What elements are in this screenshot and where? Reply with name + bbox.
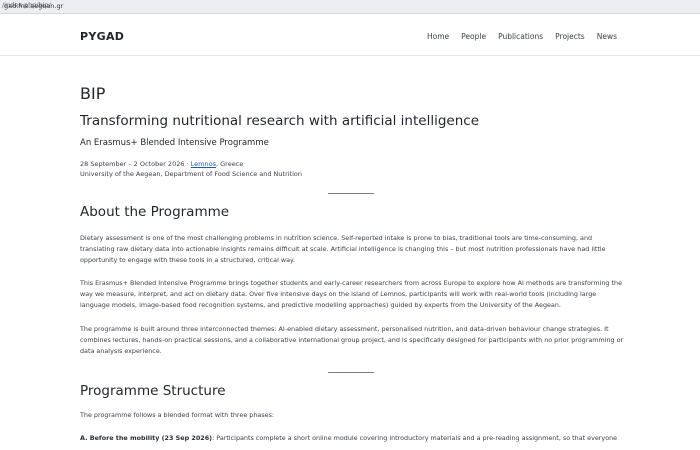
event-country: , Greece: [216, 160, 244, 168]
about-heading: About the Programme: [80, 204, 230, 220]
programme-tagline: An Erasmus+ Blended Intensive Programme: [80, 138, 269, 148]
site-logo[interactable]: PYGAD: [80, 30, 124, 43]
event-date-location: 28 September – 2 October 2026 · Lemnos, …: [80, 159, 302, 169]
location-link[interactable]: Lemnos: [191, 160, 216, 168]
phase-a-text: A. Before the mobility (23 Sep 2026): Pa…: [80, 433, 625, 444]
phase-a-label: A. Before the mobility (23 Sep 2026): [80, 434, 213, 442]
event-institution: University of the Aegean, Department of …: [80, 170, 303, 178]
browser-url-bar[interactable]: gad.fns.aegean.gr/index.php/bip/: [0, 0, 700, 14]
about-paragraph-2: This Erasmus+ Blended Intensive Programm…: [80, 279, 622, 309]
nav-publications[interactable]: Publications: [498, 32, 543, 41]
section-divider: [328, 193, 374, 194]
main-nav: Home People Publications Projects News: [427, 32, 617, 41]
about-paragraph-1: Dietary assessment is one of the most ch…: [80, 234, 606, 264]
url-text[interactable]: gad.fns.aegean.gr/index.php/bip/: [2, 1, 63, 10]
nav-news[interactable]: News: [597, 32, 617, 41]
phase-a-description: : Participants complete a short online m…: [212, 434, 618, 442]
structure-heading: Programme Structure: [80, 383, 226, 399]
nav-projects[interactable]: Projects: [555, 32, 585, 41]
structure-intro: The programme follows a blended format w…: [80, 411, 275, 419]
about-paragraph-3: The programme is built around three inte…: [80, 325, 624, 355]
section-divider: [328, 372, 374, 373]
nav-home[interactable]: Home: [427, 32, 449, 41]
event-meta: 28 September – 2 October 2026 · Lemnos, …: [80, 159, 302, 179]
site-header: PYGAD Home People Publications Projects …: [0, 15, 700, 56]
nav-people[interactable]: People: [461, 32, 486, 41]
page-subtitle: Transforming nutritional research with a…: [80, 113, 480, 129]
event-dates: 28 September – 2 October 2026 ·: [80, 160, 191, 168]
page-title: BIP: [80, 84, 106, 103]
